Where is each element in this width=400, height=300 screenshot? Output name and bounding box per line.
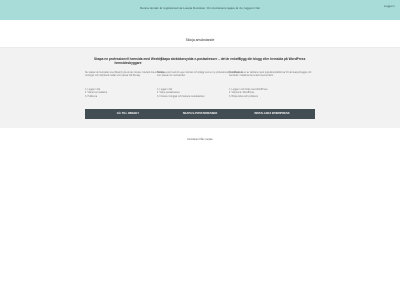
top-banner: Denna domän är registrerad via Loopia Do… [0, 0, 400, 20]
tab-bar: Skicja användande [0, 28, 400, 42]
tab-active[interactable]: Skicja användande [186, 38, 215, 42]
install-wordpress-button[interactable]: INSTALLERA WORDPRESS [229, 109, 315, 119]
banner-message: Denna domän är registrerad via Loopia Do… [140, 6, 260, 10]
card-title: Bygg din blogg eller hemsida på WordPres… [238, 57, 306, 61]
footer-link[interactable]: Domänen från Loopia [0, 138, 400, 141]
login-link[interactable]: Logga in [384, 4, 395, 8]
card-description: WordPress är en av världens mest populär… [229, 72, 312, 78]
wordpress-card: Bygg din blogg eller hemsida på WordPres… [229, 57, 315, 119]
list-item: 3. Börja skriva och publicera [229, 95, 258, 98]
card-steps: 1. Logga in och börja med WordPress 2. V… [229, 89, 315, 99]
